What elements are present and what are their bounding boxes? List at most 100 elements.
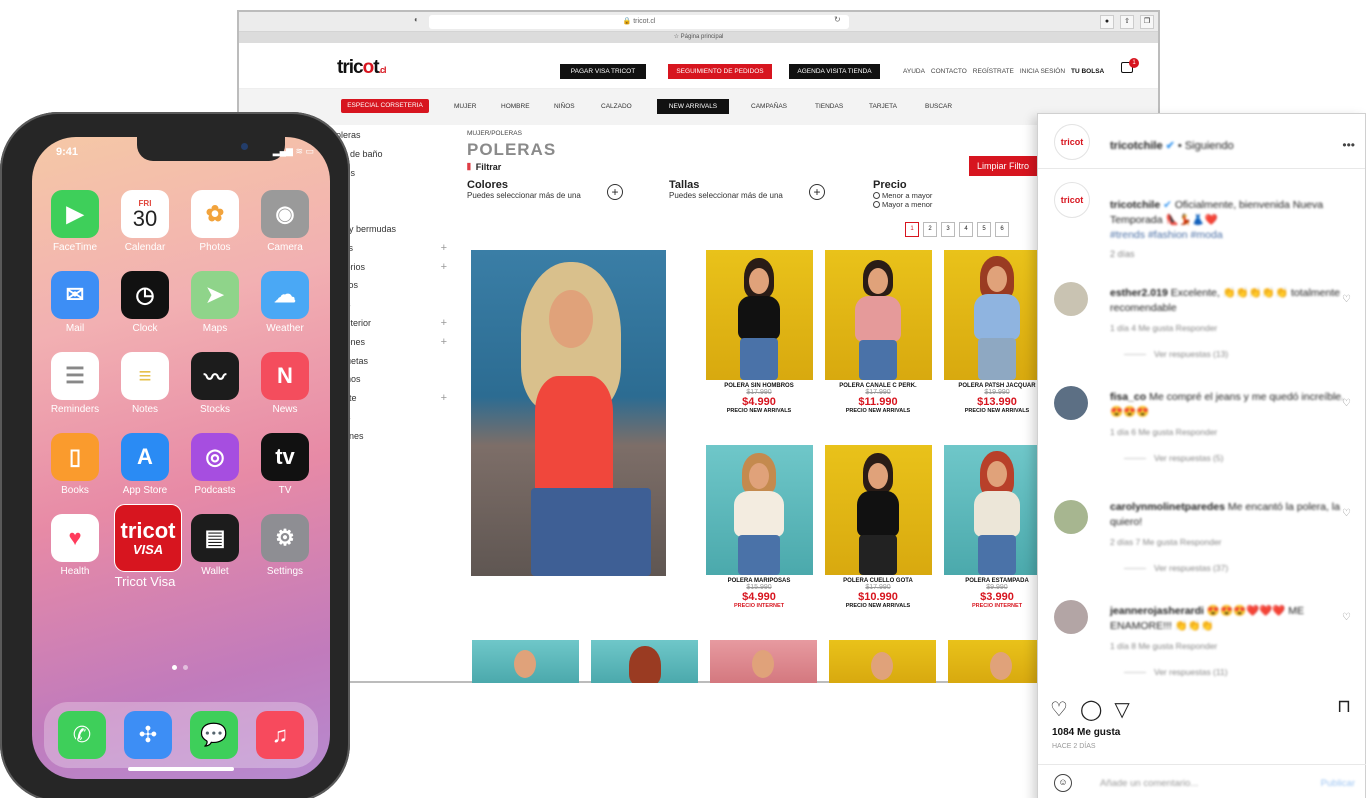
sizes-plus-icon[interactable]: + (809, 184, 825, 200)
comment-like-icon[interactable]: ♡ (1342, 612, 1351, 623)
comment-like-icon[interactable]: ♡ (1342, 398, 1351, 409)
product-badge: PRECIO NEW ARRIVALS (845, 603, 911, 609)
product-image[interactable] (591, 640, 698, 683)
verified-icon: ✔ (1165, 140, 1175, 152)
comment-avatar[interactable] (1054, 600, 1088, 634)
app-label: Mail (65, 323, 85, 334)
price-asc-radio[interactable]: Menor a mayor (873, 191, 932, 200)
product-price: $4.990 (742, 396, 776, 408)
product-image[interactable] (706, 445, 813, 575)
add-comment-bar: ☺ Añade un comentario... Publicar (1038, 764, 1366, 798)
more-options-icon[interactable]: ••• (1342, 138, 1355, 152)
page-button[interactable]: 3 (941, 222, 955, 237)
product-image[interactable] (472, 640, 579, 683)
sidebar-item[interactable]: oleras (332, 126, 447, 145)
app-wallet[interactable]: ▤ Wallet (184, 514, 246, 577)
product-old-price: $15.990 (746, 584, 772, 591)
colors-plus-icon[interactable]: + (607, 184, 623, 200)
profile-avatar[interactable]: tricot (1054, 124, 1090, 160)
clock-icon: ◷ (121, 271, 169, 319)
visa-app-text: VISA (132, 541, 164, 557)
app-app-store[interactable]: A App Store (114, 433, 176, 496)
post-username[interactable]: tricotchile ✔ • Siguiendo (1110, 139, 1234, 152)
comment-avatar[interactable] (1054, 500, 1088, 534)
app-settings[interactable]: ⚙ Settings (254, 514, 316, 577)
comment-like-icon[interactable]: ♡ (1342, 294, 1351, 305)
radio-icon (873, 192, 880, 199)
emoji-icon[interactable]: ☺ (1054, 774, 1072, 792)
expand-plus-icon[interactable]: + (441, 258, 447, 277)
page-button[interactable]: 1 (905, 222, 919, 237)
maps-icon: ➤ (191, 271, 239, 319)
product-card[interactable]: POLERA MARIPOSAS $15.990 $4.990 PRECIO I… (704, 578, 814, 609)
product-image[interactable] (710, 640, 817, 683)
page-button[interactable]: 4 (959, 222, 973, 237)
like-icon[interactable]: ♡ (1050, 697, 1068, 722)
price-desc-radio[interactable]: Mayor a menor (873, 200, 932, 209)
page-button[interactable]: 5 (977, 222, 991, 237)
app-calendar[interactable]: FRI 30 Calendar (114, 190, 176, 253)
app-facetime[interactable]: ▶ FaceTime (44, 190, 106, 253)
status-time: 9:41 (56, 146, 79, 158)
app-reminders[interactable]: ☰ Reminders (44, 352, 106, 415)
home-indicator[interactable] (128, 767, 234, 771)
expand-plus-icon[interactable]: + (441, 389, 447, 408)
app-books[interactable]: ▯ Books (44, 433, 106, 496)
app-tricot-visa[interactable]: tricot VISA Tricot Visa (114, 504, 182, 589)
product-card[interactable]: POLERA PATSH JACQUAR $19.990 $13.990 PRE… (942, 383, 1052, 414)
product-badge: PRECIO NEW ARRIVALS (845, 408, 911, 414)
product-old-price: $17.990 (865, 584, 891, 591)
page-button[interactable]: 2 (923, 222, 937, 237)
page-button[interactable]: 6 (995, 222, 1009, 237)
expand-plus-icon[interactable]: + (441, 314, 447, 333)
hero-image[interactable] (471, 250, 666, 576)
product-image[interactable] (706, 250, 813, 380)
filter-toggle[interactable]: ⫴ Filtrar (467, 162, 501, 173)
product-image[interactable] (825, 250, 932, 380)
post-caption: tricotchile ✔ Oficialmente, bienvenida N… (1110, 199, 1324, 259)
app-podcasts[interactable]: ◎ Podcasts (184, 433, 246, 496)
comment-like-icon[interactable]: ♡ (1342, 508, 1351, 519)
music-icon[interactable]: ♫ (256, 711, 304, 759)
product-price: $13.990 (977, 396, 1017, 408)
app-photos[interactable]: ✿ Photos (184, 190, 246, 253)
caption-avatar[interactable]: tricot (1054, 182, 1090, 218)
app-mail[interactable]: ✉ Mail (44, 271, 106, 334)
product-card[interactable]: POLERA ESTAMPADA $9.990 $3.990 PRECIO IN… (942, 578, 1052, 609)
safari-icon[interactable]: ✣ (124, 711, 172, 759)
product-old-price: $17.990 (746, 389, 772, 396)
phone-icon[interactable]: ✆ (58, 711, 106, 759)
comment-icon[interactable]: ◯ (1080, 697, 1102, 722)
like-count[interactable]: 1084 Me gusta (1052, 727, 1120, 738)
app-maps[interactable]: ➤ Maps (184, 271, 246, 334)
app-tv[interactable]: tv TV (254, 433, 316, 496)
product-card[interactable]: POLERA CANALE C PERK. $17.990 $11.990 PR… (823, 383, 933, 414)
comment-avatar[interactable] (1054, 282, 1088, 316)
product-card[interactable]: POLERA CUELLO GOTA $17.990 $10.990 PRECI… (823, 578, 933, 609)
app-health[interactable]: ♥ Health (44, 514, 106, 577)
bookmark-icon[interactable]: ⊓ (1337, 696, 1351, 717)
expand-plus-icon[interactable]: + (441, 333, 447, 352)
expand-plus-icon[interactable]: + (441, 239, 447, 258)
product-image[interactable] (944, 250, 1051, 380)
app-stocks[interactable]: 〰 Stocks (184, 352, 246, 415)
app-notes[interactable]: ≡ Notes (114, 352, 176, 415)
comment-avatar[interactable] (1054, 386, 1088, 420)
publish-button[interactable]: Publicar (1321, 778, 1355, 789)
app-news[interactable]: N News (254, 352, 316, 415)
app-camera[interactable]: ◉ Camera (254, 190, 316, 253)
page-dot (172, 665, 177, 670)
product-image[interactable] (825, 445, 932, 575)
comment-input[interactable]: Añade un comentario... (1100, 778, 1198, 789)
app-weather[interactable]: ☁ Weather (254, 271, 316, 334)
product-image[interactable] (829, 640, 936, 683)
messages-icon[interactable]: 💬 (190, 711, 238, 759)
dock: ✆ ✣ 💬 ♫ (44, 702, 318, 768)
breadcrumb[interactable]: MUJER/POLERAS (467, 130, 522, 137)
colors-subtitle: Puedes seleccionar más de una (467, 191, 581, 200)
product-image[interactable] (944, 445, 1051, 575)
app-clock[interactable]: ◷ Clock (114, 271, 176, 334)
product-card[interactable]: POLERA SIN HOMBROS $17.990 $4.990 PRECIO… (704, 383, 814, 414)
sizes-subtitle: Puedes seleccionar más de una (669, 191, 783, 200)
share-icon[interactable]: ▽ (1114, 697, 1129, 722)
